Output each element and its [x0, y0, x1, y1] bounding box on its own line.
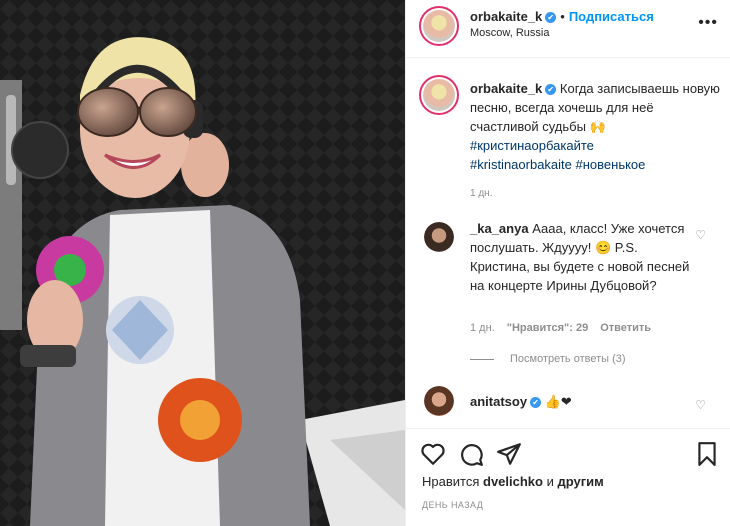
commenter-avatar[interactable] [424, 222, 454, 252]
author-avatar[interactable] [419, 6, 459, 46]
post-photo[interactable] [0, 0, 405, 526]
comment-icon[interactable] [458, 441, 484, 467]
view-replies-label: Посмотреть ответы (3) [510, 353, 626, 365]
more-options-icon[interactable]: ••• [698, 14, 718, 32]
comment-timestamp[interactable]: 1 дн. [470, 322, 495, 334]
comment-text: 👍❤ [544, 394, 572, 409]
share-icon[interactable] [496, 441, 522, 467]
comment-item: anitatsoy ✔ 👍❤ [470, 392, 695, 411]
caption-timestamp[interactable]: 1 дн. [470, 184, 720, 203]
heart-icon[interactable] [420, 441, 446, 467]
comment-item: _ka_anya Аааа, класс! Уже хочется послуш… [470, 219, 695, 295]
comment-like-heart-icon[interactable]: ♡ [695, 228, 706, 242]
likes-joiner: и [546, 474, 554, 489]
commenter-username-link[interactable]: anitatsoy [470, 394, 527, 409]
reply-button[interactable]: Ответить [600, 322, 651, 334]
commenter-username-link[interactable]: _ka_anya [470, 221, 529, 236]
likes-others-link[interactable]: другим [557, 474, 603, 489]
likes-prefix: Нравится [422, 474, 480, 489]
comment-like-heart-icon[interactable]: ♡ [695, 398, 706, 412]
comment-likes-count[interactable]: "Нравится": 29 [507, 322, 588, 334]
post-date[interactable]: ДЕНЬ НАЗАД [422, 500, 483, 510]
hashtag-link[interactable]: #новенькое [576, 157, 646, 172]
post-side-panel: orbakaite_k ✔ • Подписаться Moscow, Russia … [405, 0, 730, 526]
caption-emoji: 🙌 [589, 119, 606, 134]
caption-username-link[interactable]: orbakaite_k [470, 81, 542, 96]
liker-username-link[interactable]: dvelichko [483, 474, 543, 489]
likes-summary: Нравится dvelichko и другим [422, 474, 604, 489]
location-link[interactable]: Moscow, Russia [470, 27, 549, 39]
follow-button[interactable]: Подписаться [569, 9, 654, 24]
post-action-bar [406, 428, 730, 479]
separator-dot: • [560, 9, 565, 24]
replies-divider [470, 358, 494, 360]
verified-badge-icon: ✔ [545, 12, 557, 23]
comment-meta: 1 дн. "Нравится": 29 Ответить [470, 322, 663, 334]
hashtag-link[interactable]: #kristinaorbakaite [470, 157, 572, 172]
post-header: orbakaite_k ✔ • Подписаться Moscow, Russia … [406, 0, 730, 58]
studio-photo [0, 0, 405, 526]
verified-badge-icon: ✔ [530, 397, 542, 408]
commenter-avatar[interactable] [424, 386, 454, 416]
caption-avatar[interactable] [419, 75, 459, 115]
bookmark-icon[interactable] [694, 441, 720, 467]
hashtag-link[interactable]: #кристинаорбакайте [470, 138, 594, 153]
post-caption: orbakaite_k ✔ Когда записываешь новую пес… [470, 79, 720, 203]
view-replies-button[interactable]: Посмотреть ответы (3) [470, 353, 626, 365]
author-username-link[interactable]: orbakaite_k [470, 9, 542, 24]
verified-badge-icon: ✔ [545, 84, 557, 95]
